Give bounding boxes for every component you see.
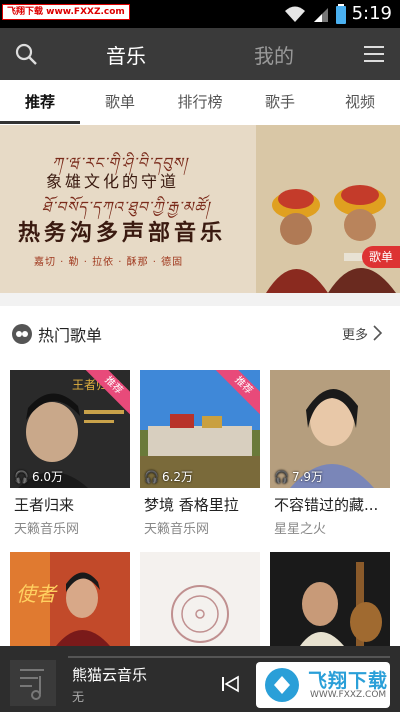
menu-icon[interactable] <box>362 44 386 64</box>
now-playing-title: 熊猫云音乐 <box>72 666 148 684</box>
more-link[interactable]: 更多 <box>342 324 368 343</box>
playlist-cover <box>140 552 260 646</box>
status-time: 5:19 <box>351 3 392 24</box>
playlist-icon <box>12 324 32 344</box>
playlist-name: 梦境 香格里拉 <box>144 496 239 514</box>
tab-singers[interactable]: 歌手 <box>240 80 320 125</box>
tab-mine[interactable]: 我的 <box>254 40 294 69</box>
tab-charts[interactable]: 排行榜 <box>160 80 240 125</box>
signal-icon <box>313 8 328 22</box>
wifi-icon <box>284 6 305 22</box>
top-bar: 音乐 我的 <box>0 28 400 80</box>
tab-recommend[interactable]: 推荐 <box>0 80 80 125</box>
chevron-right-icon[interactable] <box>373 325 383 341</box>
playback-progress <box>68 656 390 658</box>
play-count: 🎧 7.9万 <box>274 469 324 485</box>
play-count: 🎧 6.0万 <box>14 469 64 485</box>
playlist-cover: 推荐 🎧 6.2万 <box>140 370 260 488</box>
active-tab-indicator <box>0 121 80 124</box>
category-tabs: 推荐 歌单 排行榜 歌手 视频 <box>0 80 400 126</box>
now-playing-artist: 无 <box>72 690 85 704</box>
search-icon[interactable] <box>14 42 38 66</box>
playlist-author: 星星之火 <box>274 522 327 537</box>
headphones-icon: 🎧 <box>14 469 29 484</box>
status-icons: 5:19 <box>284 3 392 25</box>
cover-text: 使者 <box>16 582 56 606</box>
tab-playlists[interactable]: 歌单 <box>80 80 160 125</box>
tab-videos[interactable]: 视频 <box>320 80 400 125</box>
playlist-cover: 🎧 7.9万 <box>270 370 390 488</box>
headphones-icon: 🎧 <box>144 469 159 484</box>
playlist-author: 天籁音乐网 <box>14 522 80 537</box>
play-count: 🎧 6.2万 <box>144 469 194 485</box>
banner-playlist-tag: 歌单 <box>362 246 400 268</box>
battery-icon <box>335 4 346 24</box>
banner-strip: 嘉切 · 勒 · 拉依 · 酥那 · 德固 <box>34 257 184 268</box>
watermark-badge: 飞翔下载 www.FXXZ.com <box>2 4 130 20</box>
headphones-icon: 🎧 <box>274 469 289 484</box>
previous-track-icon[interactable] <box>220 674 240 694</box>
status-bar: 飞翔下载 www.FXXZ.com 5:19 <box>0 0 400 28</box>
watermark-emblem-icon <box>265 668 299 702</box>
playlist-name: 王者归来 <box>14 496 75 514</box>
playlist-cover <box>270 552 390 646</box>
playlist-cover: 使者 <box>10 552 130 646</box>
banner-title: 热务沟多声部音乐 <box>18 221 227 246</box>
banner[interactable]: ཀ་ཝ་རང་གི་ཤི་བི་དབུས། 象雄文化的守道 ཐོ་བསོད་དཀ… <box>0 125 400 293</box>
tab-music[interactable]: 音乐 <box>106 40 146 69</box>
section-header: 热门歌单 更多 <box>0 306 400 358</box>
watermark-logo: 飞翔下载 WWW.FXXZ.COM <box>256 662 390 708</box>
watermark-url: WWW.FXXZ.COM <box>310 690 387 700</box>
playlist-author: 天籁音乐网 <box>144 522 210 537</box>
watermark-title: 飞翔下载 <box>308 670 389 692</box>
music-note-icon <box>10 660 56 706</box>
disc-placeholder-icon <box>171 585 229 643</box>
playlist-cover: 王者归来 推荐 🎧 6.0万 <box>10 370 130 488</box>
playlist-name: 不容错过的藏... <box>274 496 379 514</box>
section-title: 热门歌单 <box>38 326 103 345</box>
cover-art-musician <box>270 552 390 646</box>
banner-line2: 象雄文化的守道 <box>46 172 180 191</box>
